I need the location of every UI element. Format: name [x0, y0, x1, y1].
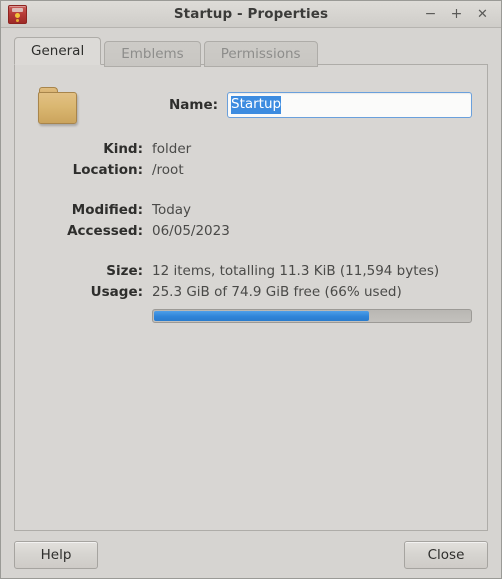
name-label: Name:: [168, 97, 218, 113]
kind-value: folder: [152, 141, 192, 157]
name-input[interactable]: Startup: [227, 92, 472, 118]
tab-emblems[interactable]: Emblems: [104, 41, 201, 67]
modified-value: Today: [152, 202, 192, 218]
tab-permissions[interactable]: Permissions: [203, 41, 318, 67]
usage-progress-bar: [152, 309, 472, 323]
usage-row: Usage: 25.3 GiB of 74.9 GiB free (66% us…: [15, 284, 487, 300]
app-archive-icon: [8, 4, 27, 24]
name-input-value: Startup: [231, 96, 282, 114]
close-icon[interactable]: ✕: [476, 8, 489, 21]
close-button[interactable]: Close: [404, 540, 488, 569]
maximize-icon[interactable]: +: [450, 7, 463, 21]
usage-label: Usage:: [90, 284, 143, 300]
kind-row: Kind: folder: [15, 141, 487, 157]
name-row: Name: Startup: [15, 83, 487, 127]
usage-progress-fill: [154, 311, 369, 321]
location-label: Location:: [72, 162, 143, 178]
accessed-value: 06/05/2023: [152, 223, 230, 239]
usage-value: 25.3 GiB of 74.9 GiB free (66% used): [152, 284, 402, 300]
notebook: General Emblems Permissions Name: Startu…: [1, 28, 501, 531]
location-value: /root: [152, 162, 184, 178]
dialog-action-area: Help Close: [1, 531, 501, 578]
location-row: Location: /root: [15, 162, 487, 178]
general-tab-page: Name: Startup Kind: folder Location: /ro…: [14, 64, 488, 531]
title-bar[interactable]: Startup - Properties − + ✕: [1, 1, 501, 28]
tab-general[interactable]: General: [14, 37, 102, 65]
modified-row: Modified: Today: [15, 202, 487, 218]
folder-icon: [37, 85, 77, 125]
window-controls: − + ✕: [424, 7, 495, 21]
usage-bar-container: [15, 309, 487, 323]
modified-label: Modified:: [71, 202, 143, 218]
minimize-icon[interactable]: −: [424, 7, 437, 21]
kind-label: Kind:: [103, 141, 143, 157]
size-value: 12 items, totalling 11.3 KiB (11,594 byt…: [152, 263, 440, 279]
help-button[interactable]: Help: [14, 540, 98, 569]
size-label: Size:: [106, 263, 143, 279]
accessed-row: Accessed: 06/05/2023: [15, 223, 487, 239]
accessed-label: Accessed:: [67, 223, 143, 239]
size-row: Size: 12 items, totalling 11.3 KiB (11,5…: [15, 263, 487, 279]
properties-window: Startup - Properties − + ✕ General Emble…: [0, 0, 502, 579]
tab-strip: General Emblems Permissions: [14, 36, 488, 67]
